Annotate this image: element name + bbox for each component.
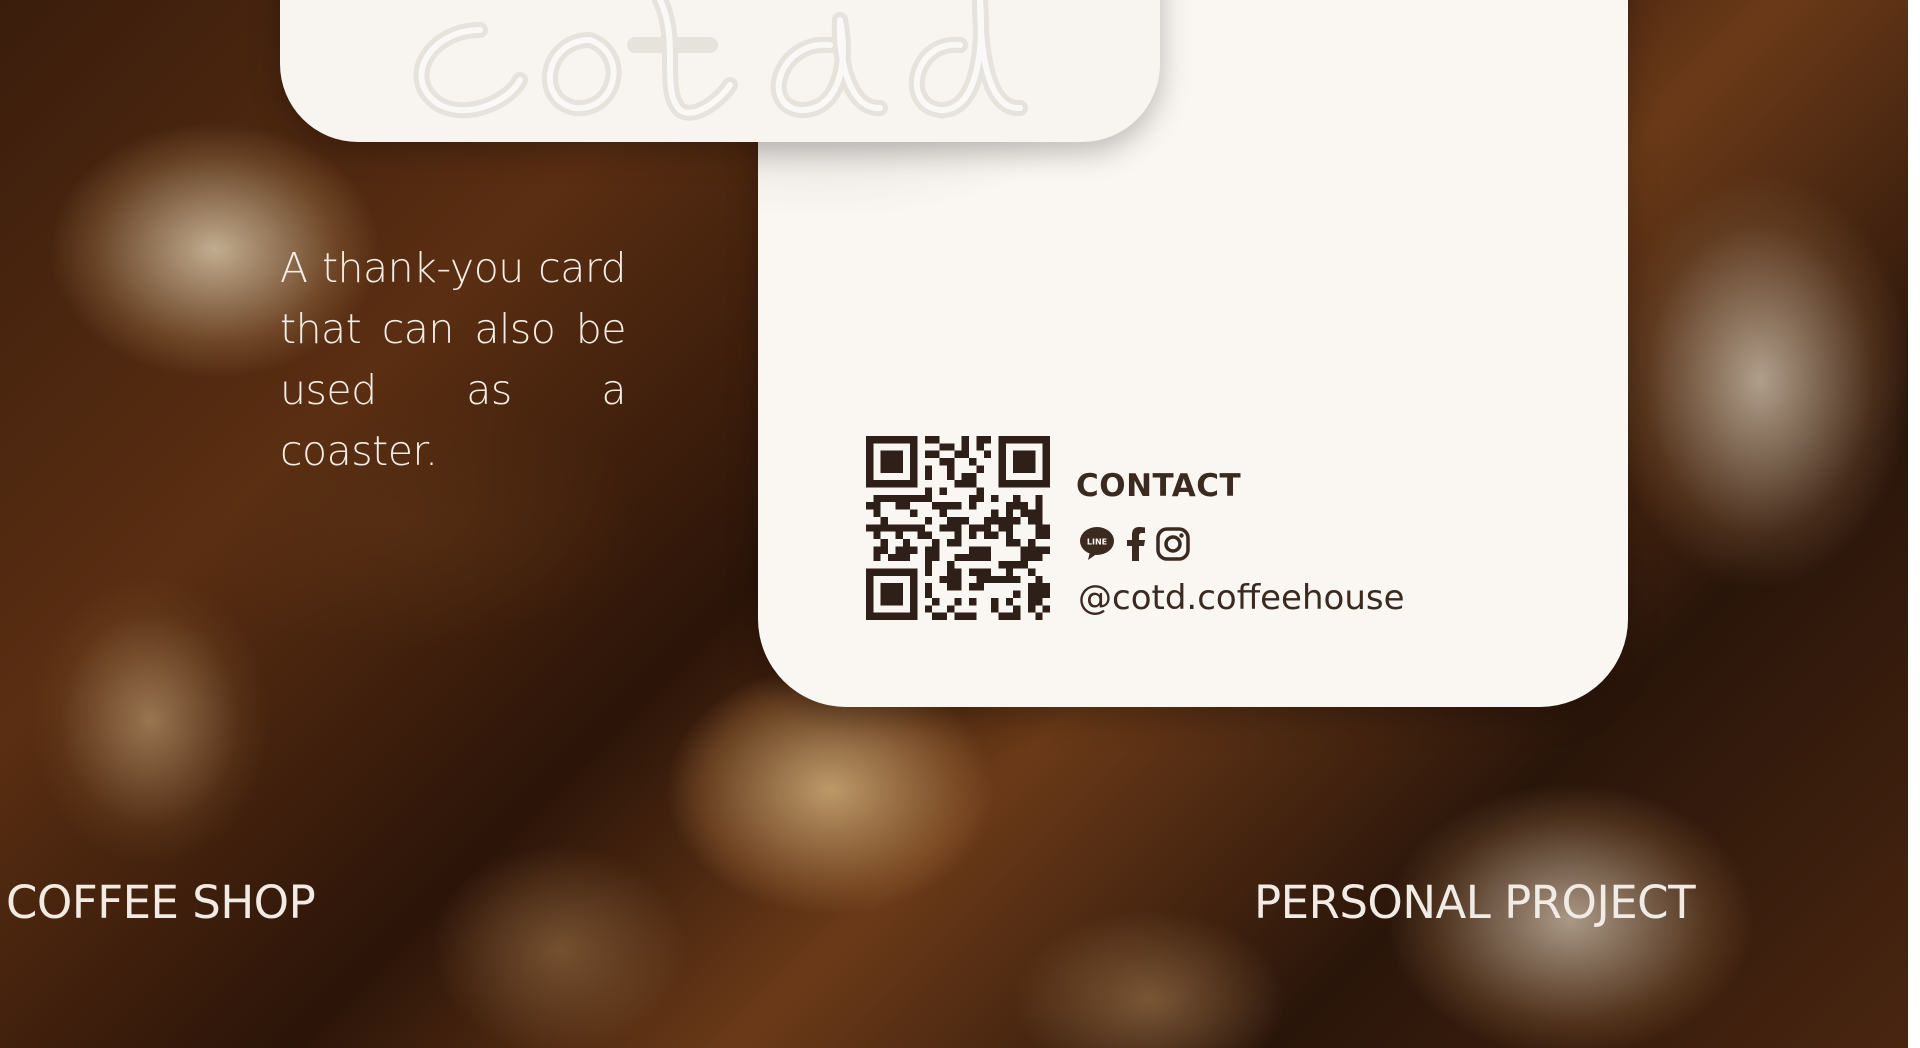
contact-title: CONTACT <box>1076 468 1242 504</box>
social-handle[interactable]: @cotd.coffeehouse <box>1078 578 1405 618</box>
svg-text:LINE: LINE <box>1087 538 1107 547</box>
qr-code-graphic <box>866 436 1050 620</box>
cotd-logo-script <box>413 0 1028 121</box>
tagline-text: A thank-you card that can also be used a… <box>280 244 627 475</box>
social-icons-row: LINE <box>1078 524 1190 564</box>
project-type-label: PERSONAL PROJECT <box>1254 876 1696 929</box>
right-edge-strip <box>1908 0 1920 1048</box>
category-label: COFFEE SHOP <box>6 876 316 929</box>
card-front-logo <box>280 0 1160 142</box>
instagram-icon[interactable] <box>1156 527 1190 561</box>
line-icon[interactable]: LINE <box>1078 525 1116 563</box>
facebook-icon[interactable] <box>1126 527 1146 561</box>
qr-code[interactable] <box>866 436 1050 620</box>
